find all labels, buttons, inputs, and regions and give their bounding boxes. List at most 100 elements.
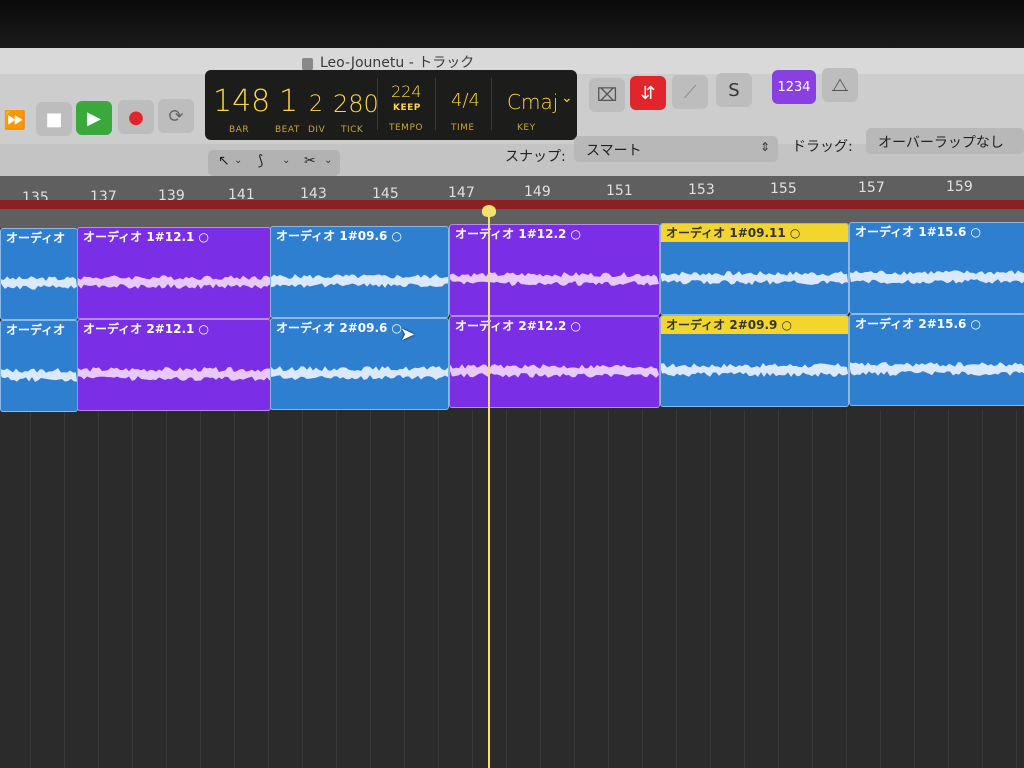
audio-region[interactable]: オーディオ 2#12.1 ○ <box>77 318 271 411</box>
solo-button[interactable]: S <box>716 73 752 107</box>
drag-select[interactable]: オーバーラップなし <box>866 128 1024 154</box>
region-name: オーディオ 1#12.2 ○ <box>455 227 581 242</box>
snap-value: スマート <box>586 143 642 159</box>
tick-label: TICK <box>341 125 364 135</box>
audio-region[interactable]: オーディオ 2#15.6 ○ <box>849 314 1024 406</box>
record-button[interactable]: ● <box>118 100 154 134</box>
window-title: Leo-Jounetu - トラック <box>320 55 475 71</box>
audio-region[interactable]: オーディオ <box>0 228 78 320</box>
waveform <box>850 362 1024 376</box>
region-name: オーディオ 1#12.1 ○ <box>83 229 209 244</box>
region-name: オーディオ <box>6 231 66 245</box>
automation-tool-icon[interactable]: ⟆ <box>258 153 263 169</box>
tuner-icon[interactable]: ⟋ <box>672 75 708 109</box>
waveform <box>661 271 848 286</box>
audio-region[interactable]: オーディオ 1#12.1 ○ <box>77 226 271 319</box>
cycle-region[interactable] <box>0 200 1024 209</box>
playhead[interactable] <box>488 210 490 768</box>
waveform <box>1 276 77 290</box>
snap-label: スナップ: <box>505 149 566 165</box>
audio-region[interactable]: オーディオ 1#12.2 ○ <box>449 224 660 317</box>
grid-line <box>506 410 507 768</box>
tool-selector[interactable]: ↖ ⌄ ⟆ ⌄ ✂ ⌄ <box>208 150 340 176</box>
audio-region[interactable]: オーディオ <box>0 320 78 412</box>
time-signature: 4/4 <box>451 90 480 111</box>
updown-chevron-icon: ⇕ <box>759 140 770 154</box>
waveform <box>1 368 77 382</box>
lcd-dropdown-chevron-icon[interactable]: ⌄ <box>561 90 573 106</box>
monitor-bezel <box>0 0 1024 48</box>
tempo-value: 224 <box>391 82 422 101</box>
ruler-bar-number: 151 <box>606 182 633 199</box>
replace-record-button[interactable]: ⇵ <box>630 76 666 110</box>
cycle-button[interactable]: ⟳ <box>158 99 194 133</box>
region-name: オーディオ <box>6 323 66 337</box>
grid-line <box>880 410 881 768</box>
chevron-down-icon: ⌄ <box>282 155 291 166</box>
waveform <box>450 272 659 287</box>
region-name: オーディオ 2#09.9 ○ <box>661 316 848 335</box>
grid-line <box>64 410 65 768</box>
ruler-bar-number: 159 <box>946 179 973 196</box>
grid-line <box>540 410 541 768</box>
shield-x-icon[interactable]: ⌧ <box>589 78 625 112</box>
grid-line <box>98 410 99 768</box>
audio-region[interactable]: オーディオ 1#15.6 ○ <box>849 222 1024 314</box>
grid-line <box>676 410 677 768</box>
pointer-tool-icon[interactable]: ↖ <box>218 153 230 169</box>
grid-line <box>812 410 813 768</box>
stop-button[interactable]: ■ <box>36 102 72 136</box>
region-name: オーディオ 2#12.1 ○ <box>83 321 209 336</box>
mouse-cursor-icon: ➤ <box>400 324 416 345</box>
div-label: DIV <box>308 125 326 135</box>
region-name: オーディオ 2#12.2 ○ <box>455 319 581 334</box>
beat-value: 1 <box>279 84 299 119</box>
key-value: Cmaj <box>507 90 559 114</box>
grid-line <box>234 410 235 768</box>
grid-line <box>30 410 31 768</box>
metronome-icon[interactable]: ⧍ <box>822 68 858 102</box>
snap-select[interactable]: スマート ⇕ <box>574 136 778 162</box>
waveform <box>271 365 448 380</box>
scissors-tool-icon[interactable]: ✂ <box>304 153 316 169</box>
grid-line <box>744 410 745 768</box>
grid-line <box>472 410 473 768</box>
audio-region[interactable]: オーディオ 2#09.6 ○ <box>270 317 449 410</box>
region-name: オーディオ 1#15.6 ○ <box>855 225 981 239</box>
drag-value: オーバーラップなし <box>878 135 1004 151</box>
play-button[interactable]: ▶ <box>76 101 112 135</box>
div-value: 2 <box>309 92 323 117</box>
region-name: オーディオ 2#09.6 ○ <box>276 320 402 335</box>
tick-value: 280 <box>333 90 379 118</box>
audio-region[interactable]: オーディオ 2#09.9 ○ <box>660 315 849 408</box>
count-in-button[interactable]: 1234 <box>772 70 816 104</box>
beat-label: BEAT <box>275 125 300 135</box>
ruler-bar-number: 149 <box>524 183 551 200</box>
waveform <box>78 366 270 381</box>
grid-line <box>200 410 201 768</box>
waveform <box>450 364 659 379</box>
lcd-display[interactable]: 148 BAR 1 BEAT 2 DIV 280 TICK 224 KEEP T… <box>205 70 577 140</box>
grid-line <box>948 410 949 768</box>
region-name: オーディオ 1#09.11 ○ <box>661 224 848 243</box>
drag-label: ドラッグ: <box>792 139 853 155</box>
audio-region[interactable]: オーディオ 1#09.11 ○ <box>660 223 849 316</box>
grid-line <box>846 410 847 768</box>
grid-line <box>438 410 439 768</box>
grid-line <box>608 410 609 768</box>
ruler-bar-number: 155 <box>770 181 797 197</box>
grid-line <box>710 410 711 768</box>
time-label: TIME <box>451 123 475 133</box>
region-name: オーディオ 2#15.6 ○ <box>855 317 981 331</box>
grid-line <box>404 410 405 768</box>
waveform <box>850 270 1024 284</box>
grid-line <box>982 410 983 768</box>
chevron-down-icon: ⌄ <box>324 155 333 166</box>
tempo-label: TEMPO <box>389 123 423 133</box>
document-icon <box>302 58 313 70</box>
audio-region[interactable]: オーディオ 2#12.2 ○ <box>449 316 660 409</box>
playhead-handle[interactable] <box>482 205 496 217</box>
audio-region[interactable]: オーディオ 1#09.6 ○ <box>270 225 449 318</box>
fast-forward-button[interactable]: ⏩ <box>0 103 30 137</box>
grid-line <box>1016 410 1017 768</box>
